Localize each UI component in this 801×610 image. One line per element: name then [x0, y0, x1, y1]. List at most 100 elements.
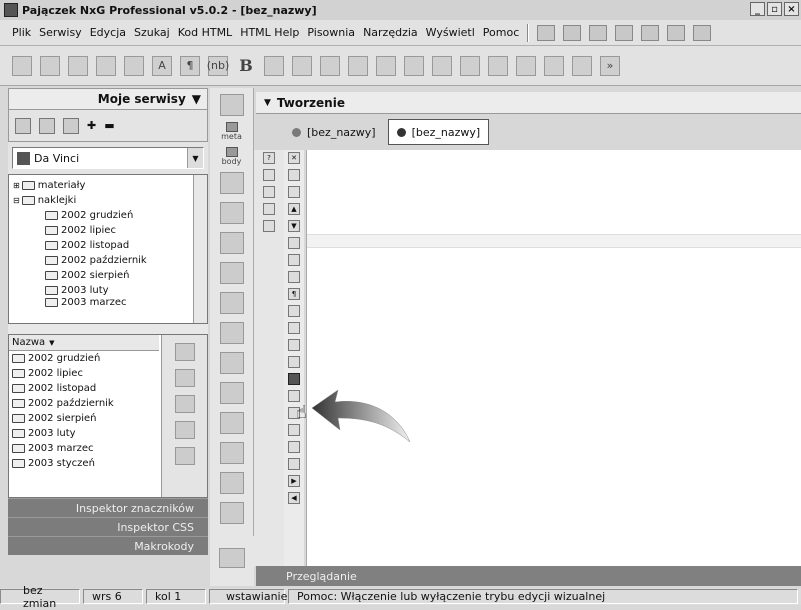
hourglass-icon[interactable]: [288, 186, 300, 198]
tree-item[interactable]: 2002 listopad: [13, 238, 191, 253]
font-icon[interactable]: A: [152, 55, 172, 76]
list-item[interactable]: 2002 sierpień: [12, 411, 159, 426]
menu-view[interactable]: Wyświetl: [422, 26, 479, 39]
bold-button[interactable]: B: [236, 56, 256, 76]
search-icon[interactable]: [174, 395, 195, 413]
map-icon[interactable]: [219, 232, 244, 254]
new-icon[interactable]: [12, 55, 32, 76]
wrap-icon[interactable]: [288, 169, 300, 181]
search-icon[interactable]: [288, 322, 300, 334]
menu-edit[interactable]: Edycja: [86, 26, 130, 39]
help-icon[interactable]: ?: [263, 152, 275, 164]
color-icon[interactable]: [320, 55, 340, 76]
image-icon[interactable]: [219, 202, 244, 224]
search-icon[interactable]: [263, 220, 275, 232]
tools-icon[interactable]: [667, 24, 686, 41]
list-item[interactable]: 2002 grudzień: [12, 351, 159, 366]
search-icon[interactable]: [219, 352, 244, 374]
back-icon[interactable]: ◀: [288, 492, 300, 504]
menu-html-code[interactable]: Kod HTML: [174, 26, 236, 39]
play-icon[interactable]: ▶: [288, 475, 300, 487]
list-item[interactable]: 2003 styczeń: [12, 456, 159, 471]
tree-scrollbar[interactable]: [193, 175, 207, 323]
cells-icon-8[interactable]: [572, 55, 592, 76]
tree-item[interactable]: 2003 marzec: [13, 298, 191, 307]
cells-icon-3[interactable]: [432, 55, 452, 76]
list-item[interactable]: 2002 listopad: [12, 381, 159, 396]
site-sync-icon[interactable]: [63, 117, 79, 134]
wizard-icon[interactable]: [219, 172, 244, 194]
preview-icon[interactable]: [537, 24, 556, 41]
site-save-icon[interactable]: [39, 117, 55, 134]
table-icon[interactable]: [219, 262, 244, 284]
abc-icon[interactable]: [124, 55, 144, 76]
menu-search[interactable]: Szukaj: [130, 26, 174, 39]
chevron-down-icon[interactable]: ▼: [192, 92, 201, 106]
symbol-icon[interactable]: [288, 271, 300, 283]
body-button[interactable]: body: [210, 147, 253, 166]
cells-icon-4[interactable]: [460, 55, 480, 76]
link-icon[interactable]: [174, 421, 195, 439]
remove-icon[interactable]: ▬: [104, 119, 114, 132]
frame-icon[interactable]: [348, 55, 368, 76]
close-icon[interactable]: ✕: [288, 152, 300, 164]
pen-icon[interactable]: [219, 322, 244, 344]
align-icon[interactable]: [219, 412, 244, 434]
abc-icon[interactable]: [288, 356, 300, 368]
pen-icon[interactable]: [263, 186, 275, 198]
cells-icon-6[interactable]: [516, 55, 536, 76]
meta-button[interactable]: meta: [210, 122, 253, 141]
panel-splitter[interactable]: [8, 324, 208, 334]
spider-icon[interactable]: [693, 24, 712, 41]
replace-icon[interactable]: [288, 339, 300, 351]
menu-sites[interactable]: Serwisy: [35, 26, 86, 39]
chevron-down-icon[interactable]: ▼: [264, 98, 271, 108]
menu-tools[interactable]: Narzędzia: [359, 26, 422, 39]
site-select[interactable]: Da Vinci ▼: [12, 147, 204, 169]
magic-icon[interactable]: [219, 502, 244, 524]
hr-icon[interactable]: [219, 292, 244, 314]
nbsp-button[interactable]: (nb): [207, 55, 229, 76]
pen-icon[interactable]: [96, 55, 116, 76]
menu-html-help[interactable]: HTML Help: [236, 26, 303, 39]
chevron-down-icon[interactable]: ▼: [187, 148, 203, 168]
find-replace-icon[interactable]: [219, 382, 244, 404]
drawer-macros[interactable]: Makrokody: [8, 536, 208, 555]
insert-icon[interactable]: [219, 548, 245, 568]
menu-file[interactable]: Plik: [8, 26, 35, 39]
bookmark-icon[interactable]: [263, 169, 275, 181]
tree-item[interactable]: 2002 sierpień: [13, 268, 191, 283]
wrap-icon-2[interactable]: [288, 305, 300, 317]
grid-icon[interactable]: [263, 203, 275, 215]
anchor-icon[interactable]: [219, 442, 244, 464]
maximize-button[interactable]: ▫: [767, 2, 782, 16]
tree-item[interactable]: 2002 lipiec: [13, 223, 191, 238]
close-button[interactable]: ×: [784, 2, 799, 16]
more-icon[interactable]: »: [600, 55, 620, 76]
preview-bar[interactable]: Przeglądanie: [256, 566, 801, 586]
paragraph-icon[interactable]: ¶: [288, 288, 300, 300]
tab-document-1[interactable]: [bez_nazwy]: [284, 119, 384, 145]
wizard-icon[interactable]: [68, 55, 88, 76]
drawer-css-inspector[interactable]: Inspektor CSS: [8, 517, 208, 536]
table-icon-2[interactable]: [264, 55, 284, 76]
paragraph-icon[interactable]: ¶: [180, 55, 200, 76]
cells-icon-7[interactable]: [544, 55, 564, 76]
rename-icon[interactable]: [174, 369, 195, 387]
site-open-icon[interactable]: [15, 117, 31, 134]
tree-item[interactable]: 2002 grudzień: [13, 208, 191, 223]
triangle-up-icon[interactable]: ▲: [288, 203, 300, 215]
return-icon[interactable]: [288, 254, 300, 266]
list-header[interactable]: Nazwa ▼: [9, 335, 159, 351]
table-insert-icon[interactable]: [40, 55, 60, 76]
list-item[interactable]: 2003 marzec: [12, 441, 159, 456]
form-icon[interactable]: [219, 472, 244, 494]
hourglass-icon-2[interactable]: [288, 237, 300, 249]
triangle-down-icon[interactable]: ▼: [288, 220, 300, 232]
list-icon[interactable]: [292, 55, 312, 76]
cells-icon-1[interactable]: [376, 55, 396, 76]
cells-icon-5[interactable]: [488, 55, 508, 76]
tree-item[interactable]: 2002 październik: [13, 253, 191, 268]
tab-document-2[interactable]: [bez_nazwy]: [387, 119, 490, 145]
list-item[interactable]: 2002 październik: [12, 396, 159, 411]
